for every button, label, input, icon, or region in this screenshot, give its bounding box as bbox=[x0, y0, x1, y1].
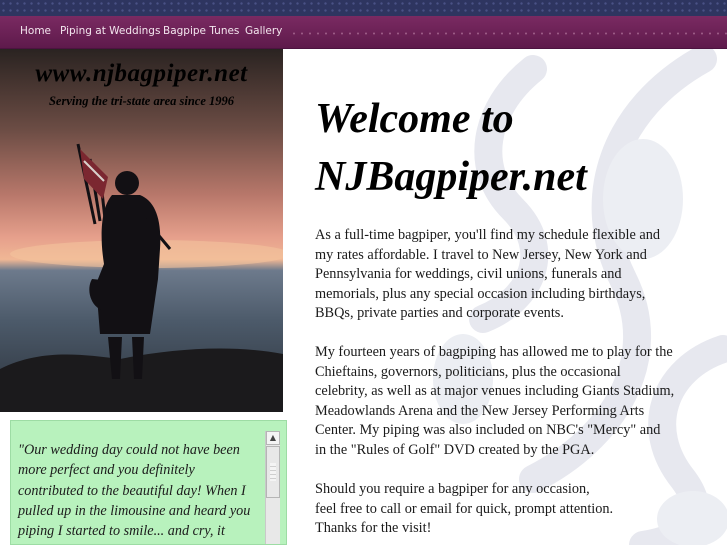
experience-line: Center. My piping was also included on N… bbox=[315, 422, 661, 438]
nav-gallery[interactable]: Gallery bbox=[245, 25, 282, 37]
testimonial-line: piping I started to smile... and cry, it bbox=[18, 523, 225, 540]
intro-line: BBQs, private parties and corporate even… bbox=[315, 305, 564, 321]
navbar-dot-pattern bbox=[290, 32, 727, 35]
contact-line: Should you require a bagpiper for any oc… bbox=[315, 481, 590, 497]
intro-paragraph: As a full-time bagpiper, you'll find my … bbox=[315, 226, 660, 324]
testimonial-line: pulled up in the limousine and heard you bbox=[18, 502, 251, 519]
hero-tagline: Serving the tri-state area since 1996 bbox=[48, 94, 235, 108]
main-navigation: Home Piping at Weddings Bagpipe Tunes Ga… bbox=[0, 16, 727, 49]
testimonial-line: more perfect and you definitely bbox=[18, 462, 195, 479]
intro-line: Pennsylvania for weddings, civil unions,… bbox=[315, 266, 622, 282]
hero-bagpiper-sunset-image: www.njbagpiper.net Serving the tri-state… bbox=[0, 49, 283, 412]
testimonial-line: "Our wedding day could not have been bbox=[18, 442, 240, 458]
hero-site-url: www.njbagpiper.net bbox=[35, 60, 248, 87]
page-title-line: Welcome to bbox=[315, 96, 514, 142]
experience-paragraph: My fourteen years of bagpiping has allow… bbox=[315, 343, 674, 460]
testimonial-box[interactable]: "Our wedding day could not have been mor… bbox=[10, 420, 287, 545]
scrollbar-thumb[interactable] bbox=[266, 446, 280, 498]
contact-line: feel free to call or email for quick, pr… bbox=[315, 500, 614, 517]
nav-home[interactable]: Home bbox=[20, 25, 51, 37]
nav-piping-at-weddings[interactable]: Piping at Weddings bbox=[60, 25, 160, 37]
header-pattern-strip bbox=[0, 0, 727, 16]
experience-line: My fourteen years of bagpiping has allow… bbox=[315, 344, 673, 360]
intro-line: my rates affordable. I travel to New Jer… bbox=[315, 246, 647, 263]
page-title-line: NJBagpiper.net bbox=[315, 154, 587, 200]
experience-line: Chieftains, governors, politicians, plus… bbox=[315, 363, 621, 380]
testimonial-scrollbar[interactable]: ▲ bbox=[265, 431, 280, 544]
page-title: Welcome to NJBagpiper.net bbox=[315, 90, 715, 206]
contact-paragraph: Should you require a bagpiper for any oc… bbox=[315, 480, 613, 539]
main-content: Welcome to NJBagpiper.net As a full-time… bbox=[315, 90, 715, 536]
intro-line: As a full-time bagpiper, you'll find my … bbox=[315, 227, 661, 243]
intro-line: memorials, plus any special occasion inc… bbox=[315, 285, 646, 302]
testimonial-line: contributed to the beautiful day! When I bbox=[18, 482, 246, 499]
nav-bagpipe-tunes[interactable]: Bagpipe Tunes bbox=[163, 25, 239, 37]
testimonial-text: "Our wedding day could not have been mor… bbox=[18, 440, 263, 541]
contact-line: Thanks for the visit! bbox=[315, 520, 432, 536]
experience-line: celebrity, as well as at major venues in… bbox=[315, 383, 675, 399]
scroll-up-arrow-icon[interactable]: ▲ bbox=[266, 431, 280, 445]
experience-line: Meadowlands Arena and the New Jersey Per… bbox=[315, 402, 645, 419]
experience-line: in the "Rules of Golf" DVD created by th… bbox=[315, 441, 595, 458]
